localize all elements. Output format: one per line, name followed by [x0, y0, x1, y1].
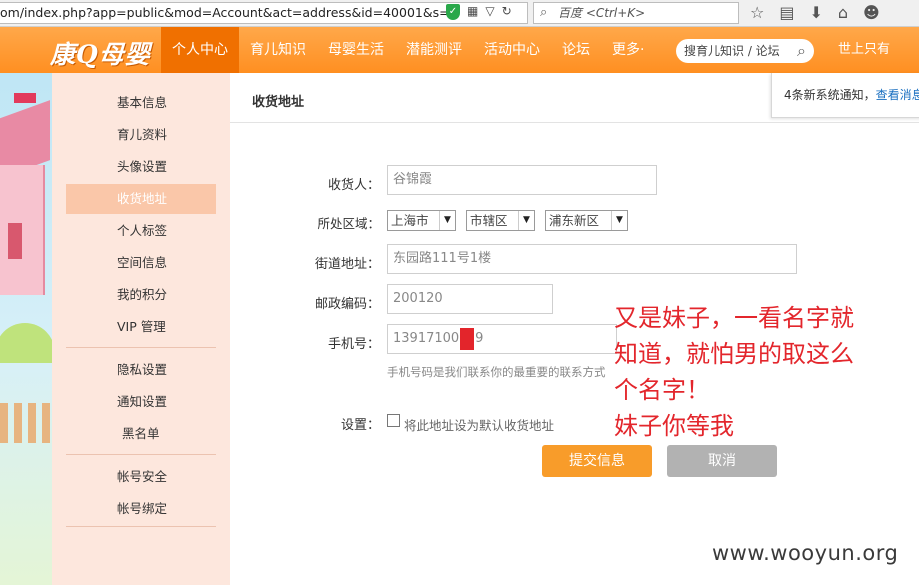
sidebar-item-tags[interactable]: 个人标签	[66, 216, 216, 246]
submit-button[interactable]: 提交信息	[542, 445, 652, 477]
sidebar-item-blacklist[interactable]: 黑名单	[66, 419, 216, 449]
phone-number-prefix: 13917100	[393, 331, 460, 346]
chevron-down-icon: ▼	[518, 211, 534, 230]
sidebar-item-account-security[interactable]: 帐号安全	[66, 462, 216, 492]
account-sidebar: 基本信息 育儿资料 头像设置 收货地址 个人标签 空间信息 我的积分 VIP 管…	[52, 73, 230, 585]
nav-item-assessment[interactable]: 潜能测评	[395, 27, 473, 73]
phone-label: 手机号：	[327, 337, 380, 352]
notice-text: 4条新系统通知，	[784, 88, 876, 102]
shield-icon[interactable]: ✓	[446, 4, 460, 20]
sidebar-item-avatar[interactable]: 头像设置	[66, 152, 216, 182]
browser-search-box[interactable]: ⌕ 百度 <Ctrl+K>	[533, 2, 739, 24]
default-address-label[interactable]: 将此地址设为默认收货地址	[404, 415, 554, 434]
settings-label: 设置：	[340, 418, 380, 433]
view-messages-link[interactable]: 查看消息	[876, 88, 919, 102]
address-bar-icons: ✓ ▦ ▽ ↻	[446, 4, 512, 20]
nav-item-personal-center[interactable]: 个人中心	[161, 27, 239, 73]
phone-number-suffix: 9	[475, 331, 484, 346]
title-divider	[230, 122, 919, 123]
dropdown-arrow-icon[interactable]: ▽	[485, 4, 494, 20]
default-address-checkbox[interactable]	[387, 414, 400, 427]
browser-toolbar: om/index.php?app=public&mod=Account&act=…	[0, 0, 919, 27]
nav-item-events[interactable]: 活动中心	[473, 27, 551, 73]
watermark-text: www.wooyun.org	[712, 541, 899, 565]
search-shortcut: <Ctrl+K>	[585, 6, 646, 20]
annotation-line: 知道，就怕男的取这么	[614, 340, 854, 368]
receiver-input[interactable]: 谷锦霞	[387, 165, 657, 195]
street-label: 街道地址：	[314, 257, 380, 272]
receiver-label: 收货人：	[327, 178, 380, 193]
nav-item-more[interactable]: 更多·	[601, 27, 655, 73]
page-body: 基本信息 育儿资料 头像设置 收货地址 个人标签 空间信息 我的积分 VIP 管…	[0, 73, 919, 585]
browser-buttons: ☆ ▤ ⬇ ⌂ ☻	[750, 3, 880, 22]
search-icon: ⌕	[540, 5, 548, 20]
decorative-house-illustration	[0, 73, 52, 585]
bookmark-star-icon[interactable]: ☆	[750, 3, 764, 22]
sidebar-item-address[interactable]: 收货地址	[66, 184, 216, 214]
home-icon[interactable]: ⌂	[838, 3, 848, 22]
annotation-line: 又是妹子，一看名字就	[614, 304, 854, 332]
phone-input[interactable]: 13917100 9	[387, 324, 617, 354]
art-flag	[14, 93, 36, 103]
phone-hint: 手机号码是我们联系你的最重要的联系方式	[387, 365, 606, 379]
site-logo[interactable]: 康Q母婴	[50, 35, 151, 71]
art-fence	[0, 403, 52, 443]
smiley-icon[interactable]: ☻	[863, 3, 880, 22]
province-value: 上海市	[391, 213, 429, 228]
street-address-input[interactable]: 东园路111号1楼	[387, 244, 797, 274]
search-engine-name: 百度	[558, 6, 583, 20]
annotation-line: 个名字！	[614, 376, 710, 404]
site-header: 康Q母婴 个人中心 育儿知识 母婴生活 潜能测评 活动中心 论坛 更多· 搜育儿…	[0, 27, 919, 73]
zip-code-input[interactable]: 200120	[387, 284, 553, 314]
art-window	[8, 223, 22, 259]
nav-item-parenting[interactable]: 育儿知识	[239, 27, 317, 73]
sidebar-divider	[66, 347, 216, 348]
district-value: 浦东新区	[549, 213, 600, 228]
sidebar-item-parenting-profile[interactable]: 育儿资料	[66, 120, 216, 150]
reload-icon[interactable]: ↻	[502, 4, 512, 20]
chevron-down-icon: ▼	[439, 211, 455, 230]
reading-list-icon[interactable]: ▤	[779, 3, 794, 22]
sidebar-item-basic-info[interactable]: 基本信息	[66, 88, 216, 118]
address-form-panel: 收货地址 4条新系统通知，查看消息 收货人： 谷锦霞 所处区域： 上海市 ▼ 市辖…	[230, 73, 919, 585]
url-text: om/index.php?app=public&mod=Account&act=…	[0, 5, 458, 20]
sidebar-item-notifications[interactable]: 通知设置	[66, 387, 216, 417]
region-label: 所处区域：	[317, 216, 380, 231]
sidebar-item-points[interactable]: 我的积分	[66, 280, 216, 310]
city-select[interactable]: 市辖区 ▼	[466, 210, 535, 231]
download-icon[interactable]: ⬇	[809, 3, 822, 22]
chevron-down-icon: ▼	[611, 211, 627, 230]
art-grass	[0, 323, 52, 363]
district-select[interactable]: 浦东新区 ▼	[545, 210, 628, 231]
province-select[interactable]: 上海市 ▼	[387, 210, 456, 231]
sidebar-divider	[66, 454, 216, 455]
sidebar-item-account-binding[interactable]: 帐号绑定	[66, 494, 216, 524]
nav-item-life[interactable]: 母婴生活	[317, 27, 395, 73]
username-link[interactable]: 世上只有	[838, 27, 890, 73]
art-wall	[0, 165, 45, 295]
page-title: 收货地址	[252, 95, 305, 110]
sidebar-item-space[interactable]: 空间信息	[66, 248, 216, 278]
qr-code-icon[interactable]: ▦	[467, 4, 478, 20]
city-value: 市辖区	[470, 213, 508, 228]
main-nav: 个人中心 育儿知识 母婴生活 潜能测评 活动中心 论坛 更多·	[161, 27, 655, 73]
red-annotation-text: 又是妹子，一看名字就 知道，就怕男的取这么 个名字！ 妹子你等我	[614, 300, 914, 444]
site-search-input[interactable]: 搜育儿知识 / 论坛 ⌕	[676, 39, 814, 63]
search-icon[interactable]: ⌕	[797, 39, 806, 63]
system-notice-popup: 4条新系统通知，查看消息	[771, 73, 919, 118]
annotation-line: 妹子你等我	[614, 412, 734, 440]
nav-item-forum[interactable]: 论坛	[551, 27, 601, 73]
sidebar-item-vip[interactable]: VIP 管理	[66, 312, 216, 342]
zip-label: 邮政编码：	[314, 297, 380, 312]
site-search-placeholder: 搜育儿知识 / 论坛	[684, 44, 780, 58]
redaction-mark	[460, 327, 475, 350]
cancel-button[interactable]: 取消	[667, 445, 777, 477]
sidebar-item-privacy[interactable]: 隐私设置	[66, 355, 216, 385]
sidebar-divider	[66, 526, 216, 527]
